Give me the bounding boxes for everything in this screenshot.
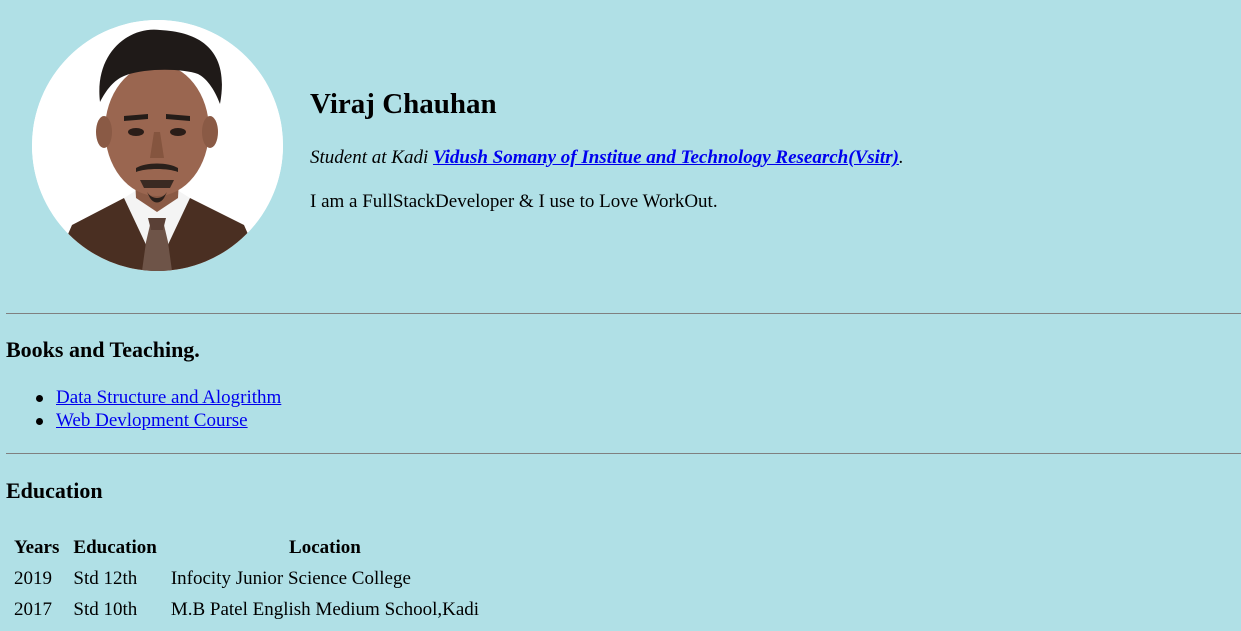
college-link[interactable]: Vidush Somany of Institue and Technology… bbox=[433, 147, 899, 168]
cell-year: 2019 bbox=[14, 568, 52, 590]
column-header-location: Location bbox=[289, 537, 361, 559]
section-divider-bottom bbox=[6, 453, 1241, 454]
education-table: Years Education Location 2019 Std 12th I… bbox=[6, 532, 487, 627]
profile-page: Viraj Chauhan Student at Kadi Vidush Som… bbox=[0, 0, 1241, 631]
list-item: Web Devlopment Course bbox=[36, 409, 281, 432]
cell-location: Infocity Junior Science College bbox=[170, 568, 411, 590]
avatar bbox=[32, 20, 283, 271]
bullet-icon bbox=[36, 418, 43, 425]
books-heading: Books and Teaching. bbox=[6, 337, 200, 362]
cell-location: M.B Patel English Medium School,Kadi bbox=[170, 599, 480, 621]
list-item: Data Structure and Alogrithm bbox=[36, 386, 281, 409]
book-link-webdev[interactable]: Web Devlopment Course bbox=[56, 410, 248, 431]
cell-education: Std 10th bbox=[73, 599, 138, 621]
profile-name: Viraj Chauhan bbox=[310, 88, 497, 120]
section-divider-top bbox=[6, 313, 1241, 314]
column-header-years: Years bbox=[14, 537, 60, 559]
cell-education: Std 12th bbox=[73, 568, 138, 590]
table-row: 2017 Std 10th M.B Patel English Medium S… bbox=[8, 596, 485, 625]
table-row: 2019 Std 12th Infocity Junior Science Co… bbox=[8, 565, 485, 594]
education-heading: Education bbox=[6, 478, 103, 503]
profile-subtitle: Student at Kadi Vidush Somany of Institu… bbox=[310, 147, 904, 170]
profile-photo-frame bbox=[32, 20, 284, 272]
profile-bio: I am a FullStackDeveloper & I use to Lov… bbox=[310, 191, 718, 212]
cell-year: 2017 bbox=[14, 599, 52, 621]
book-link-dsa[interactable]: Data Structure and Alogrithm bbox=[56, 387, 281, 408]
bullet-icon bbox=[36, 395, 43, 402]
avatar-portrait-image bbox=[32, 20, 283, 271]
table-header-row: Years Education Location bbox=[8, 534, 485, 563]
subtitle-prefix: Student at Kadi bbox=[310, 147, 433, 168]
books-list: Data Structure and Alogrithm Web Devlopm… bbox=[36, 386, 281, 432]
subtitle-suffix: . bbox=[898, 147, 904, 168]
column-header-education: Education bbox=[73, 537, 157, 559]
